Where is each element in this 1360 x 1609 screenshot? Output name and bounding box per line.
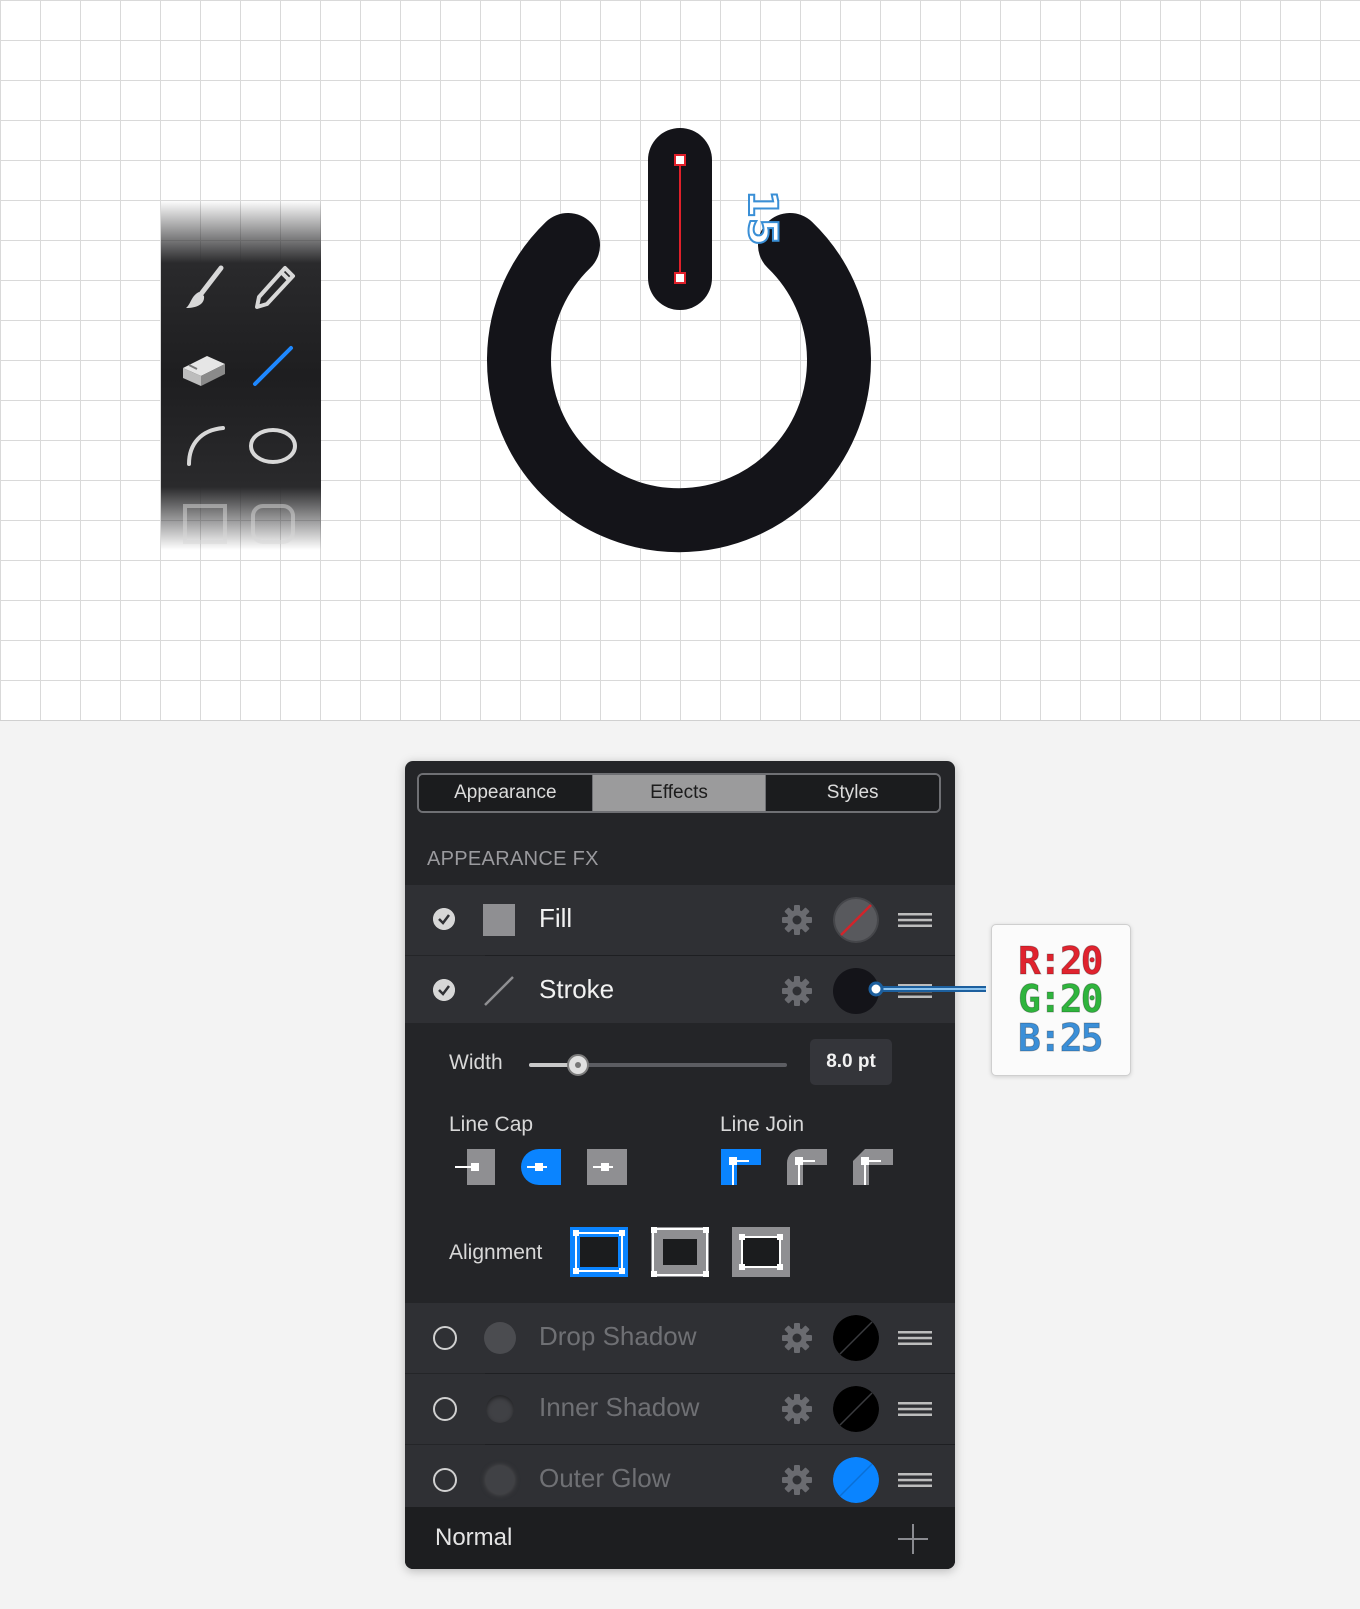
add-icon[interactable] [897, 1523, 929, 1555]
gear-icon[interactable] [781, 904, 813, 936]
blue-value: B:25 [1018, 1016, 1104, 1061]
checkmark-icon[interactable] [433, 979, 455, 1001]
tab-styles[interactable]: Styles [765, 775, 939, 811]
outer-glow-color-well[interactable] [833, 1457, 879, 1503]
width-slider[interactable] [529, 1054, 787, 1076]
stroke-options: Width 8.0 pt Line Cap Line Join Alignmen… [405, 1023, 955, 1303]
width-slider-knob[interactable] [567, 1054, 590, 1076]
drawing-canvas[interactable]: 15 [0, 0, 1360, 721]
fx-row-drop-shadow[interactable]: Drop Shadow [405, 1303, 955, 1373]
gear-icon[interactable] [781, 1464, 813, 1496]
appearance-panel: Appearance Effects Styles APPEARANCE FX … [405, 761, 955, 1569]
menu-icon[interactable] [898, 1472, 932, 1488]
stroke-icon [484, 976, 514, 1006]
gear-icon[interactable] [781, 1393, 813, 1425]
tab-appearance[interactable]: Appearance [419, 775, 592, 811]
outer-glow-icon [486, 1466, 514, 1494]
unchecked-circle-icon[interactable] [433, 1468, 457, 1492]
gear-icon[interactable] [781, 1322, 813, 1354]
fill-color-well[interactable] [833, 897, 879, 943]
butt-cap-button[interactable] [455, 1149, 495, 1185]
align-outside-button[interactable] [732, 1227, 790, 1277]
fx-label-inner-shadow: Inner Shadow [539, 1392, 700, 1422]
stroke-color-well[interactable] [833, 968, 879, 1014]
round-join-button[interactable] [787, 1149, 827, 1185]
panel-tabs: Appearance Effects Styles [417, 773, 941, 813]
inner-shadow-color-well[interactable] [833, 1386, 879, 1432]
fx-label-fill: Fill [539, 903, 573, 933]
anchor-point-bottom [674, 272, 686, 284]
fx-row-stroke[interactable]: Stroke [405, 956, 955, 1026]
dimension-label: 15 [738, 189, 786, 247]
alignment-label: Alignment [449, 1241, 543, 1264]
checkmark-icon[interactable] [433, 908, 455, 930]
fx-label-stroke: Stroke [539, 974, 615, 1004]
align-center-button[interactable] [570, 1227, 628, 1277]
panel-footer: Normal [405, 1507, 955, 1569]
bevel-join-button[interactable] [853, 1149, 893, 1185]
power-icon[interactable] [0, 0, 1360, 720]
line-cap-label: Line Cap [449, 1113, 534, 1136]
fill-icon [483, 904, 515, 936]
drop-shadow-color-well[interactable] [833, 1315, 879, 1361]
width-value-field[interactable]: 8.0 pt [810, 1039, 892, 1085]
rgb-callout: R:20 G:20 B:25 [991, 924, 1131, 1076]
blend-mode-select[interactable]: Normal [435, 1524, 512, 1552]
gear-icon[interactable] [781, 975, 813, 1007]
unchecked-circle-icon[interactable] [433, 1397, 457, 1421]
line-join-label: Line Join [720, 1113, 805, 1136]
section-title: APPEARANCE FX [427, 848, 599, 870]
width-label: Width [449, 1051, 503, 1074]
green-value: G:20 [1018, 977, 1104, 1022]
menu-icon[interactable] [898, 1330, 932, 1346]
drop-shadow-icon [484, 1322, 516, 1354]
tab-effects[interactable]: Effects [591, 775, 766, 811]
fx-row-inner-shadow[interactable]: Inner Shadow [405, 1374, 955, 1444]
inner-shadow-icon [486, 1395, 514, 1423]
miter-join-button[interactable] [721, 1149, 761, 1185]
menu-icon[interactable] [898, 983, 932, 999]
menu-icon[interactable] [898, 1401, 932, 1417]
unchecked-circle-icon[interactable] [433, 1326, 457, 1350]
menu-icon[interactable] [898, 912, 932, 928]
fx-row-outer-glow[interactable]: Outer Glow [405, 1445, 955, 1515]
fx-label-outer-glow: Outer Glow [539, 1463, 671, 1493]
round-cap-button[interactable] [521, 1149, 561, 1185]
square-cap-button[interactable] [587, 1149, 627, 1185]
fx-row-fill[interactable]: Fill [405, 885, 955, 955]
anchor-point-top [674, 154, 686, 166]
fx-label-drop-shadow: Drop Shadow [539, 1321, 697, 1351]
align-inside-button[interactable] [651, 1227, 709, 1277]
